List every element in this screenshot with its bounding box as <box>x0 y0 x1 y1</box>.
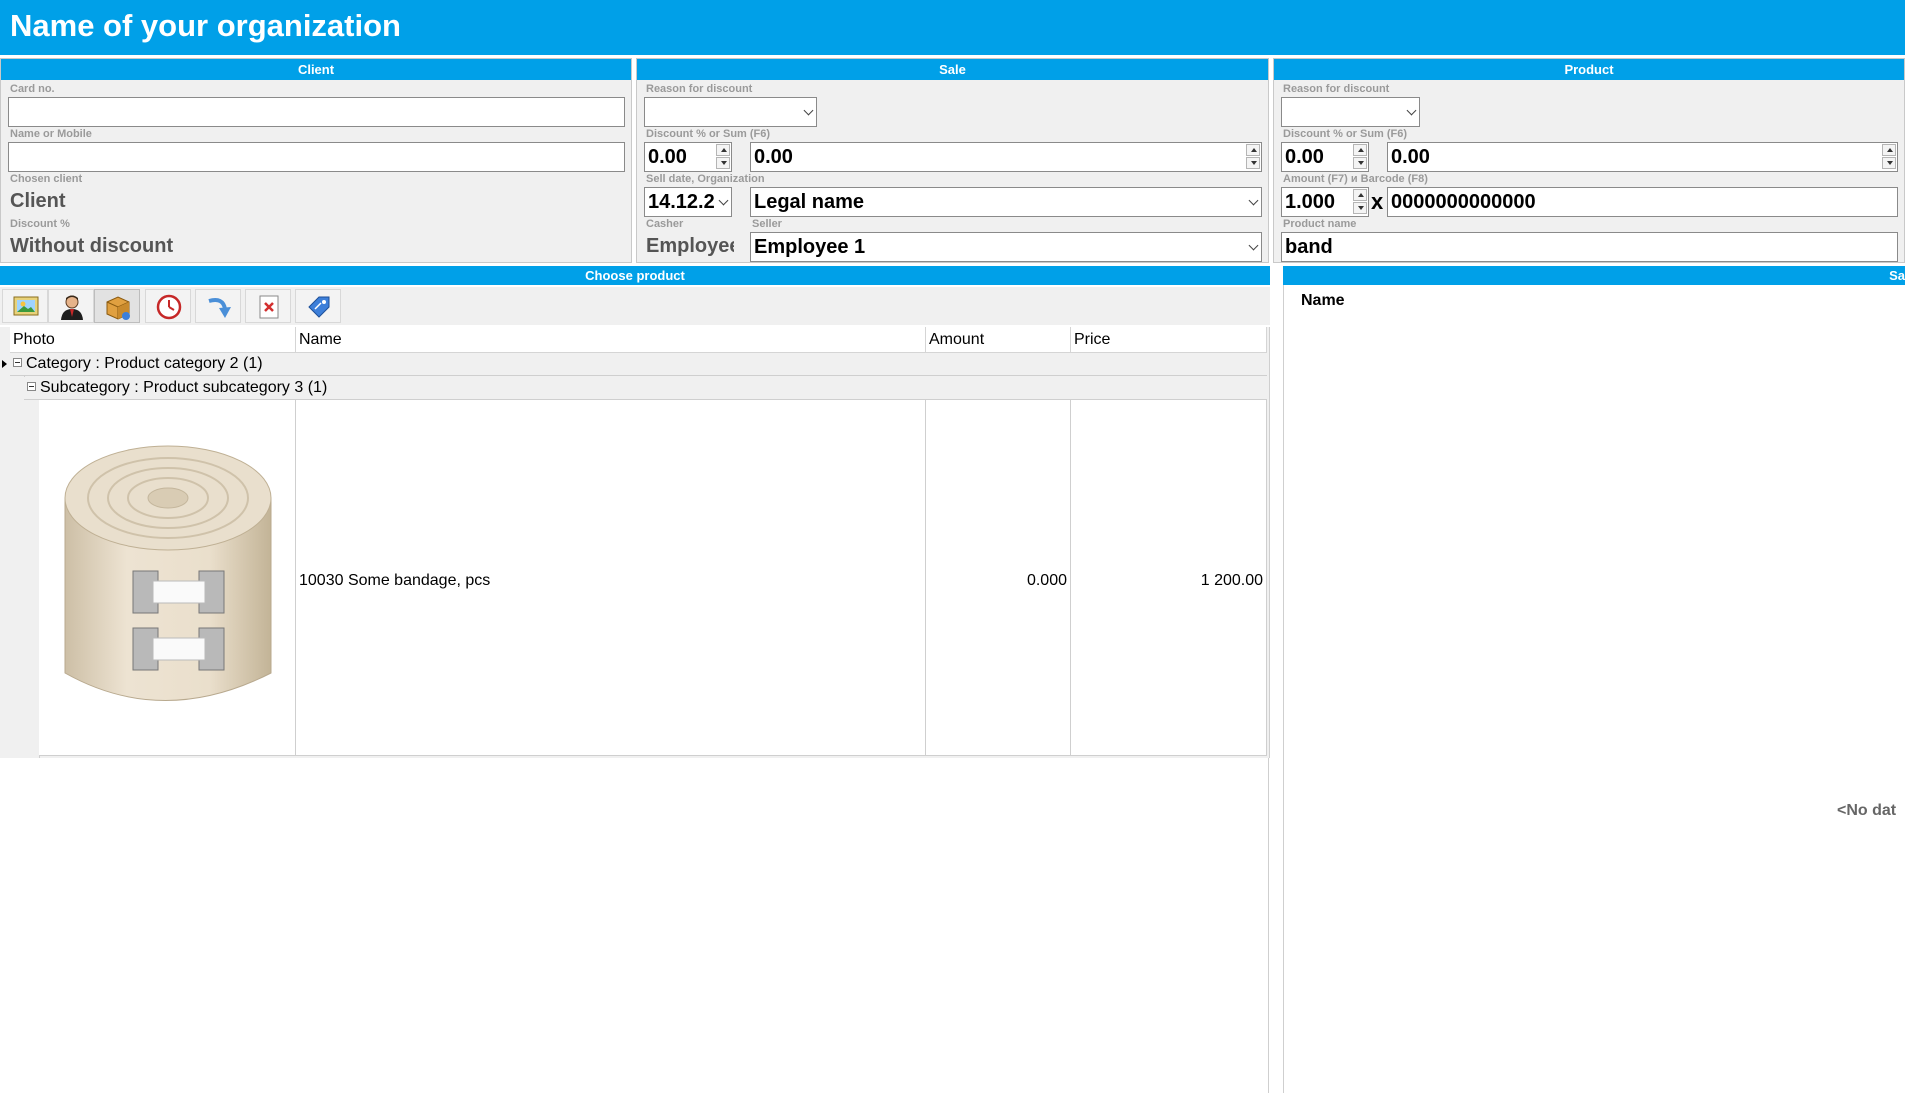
product-amount-text: 0.000 <box>1026 572 1067 589</box>
title-bar: Name of your organization <box>0 0 1905 55</box>
product-name-input[interactable]: band <box>1281 232 1898 262</box>
client-discount-value: Without discount <box>10 235 174 257</box>
product-panel-header: Product <box>1274 59 1904 80</box>
name-mobile-input[interactable] <box>8 142 625 172</box>
spinner-arrows-icon[interactable] <box>1882 144 1896 170</box>
chevron-down-icon <box>1248 195 1259 206</box>
organization-dropdown[interactable]: Legal name <box>750 187 1262 217</box>
sell-date-label: Sell date, Organization <box>646 173 765 185</box>
product-price-text: 1 200.00 <box>1200 572 1263 589</box>
col-header-photo[interactable]: Photo <box>10 327 296 353</box>
product-discount-pct-spinner[interactable]: 0.00 <box>1281 142 1369 172</box>
collapse-icon[interactable] <box>27 382 36 392</box>
times-sign: x <box>1371 189 1384 214</box>
group-row-subcategory[interactable]: Subcategory : Product subcategory 3 (1) <box>24 377 1267 400</box>
amount-barcode-label: Amount (F7) и Barcode (F8) <box>1283 173 1428 185</box>
product-grid: Photo Name Amount Price Category : Produ… <box>0 327 1270 758</box>
collapse-icon[interactable] <box>13 358 22 368</box>
customer-button[interactable] <box>48 289 94 323</box>
product-toolbar <box>0 287 1270 325</box>
seller-label: Seller <box>752 218 782 230</box>
name-mobile-label: Name or Mobile <box>10 128 92 140</box>
spinner-arrows-icon[interactable] <box>716 144 730 170</box>
customer-icon <box>61 295 83 320</box>
chevron-down-icon <box>1406 105 1417 116</box>
product-box-button[interactable] <box>94 289 140 323</box>
chevron-down-icon <box>1248 240 1259 251</box>
sale-items-header: Sa <box>1283 266 1905 285</box>
row-pointer-icon <box>2 360 7 368</box>
product-name-cell[interactable]: 10030 Some bandage, pcs <box>296 400 926 756</box>
sale-reason-dropdown[interactable] <box>644 97 817 127</box>
sale-discount-pct-spinner[interactable]: 0.00 <box>644 142 732 172</box>
sale-reason-label: Reason for discount <box>646 83 753 95</box>
product-discount-sum-spinner[interactable]: 0.00 <box>1387 142 1898 172</box>
spinner-arrows-icon[interactable] <box>1353 144 1367 170</box>
clock-icon <box>156 294 182 320</box>
choose-product-header: Choose product <box>0 266 1270 285</box>
sale-items-pane: Name <No dat <box>1283 285 1905 1093</box>
product-box-icon <box>106 296 130 320</box>
client-panel-header: Client <box>1 59 631 80</box>
subgroup-indent <box>24 400 40 758</box>
barcode-input[interactable]: 0000000000000 <box>1387 187 1898 217</box>
sale-discount-label: Discount % or Sum (F6) <box>646 128 771 140</box>
sale-col-header-name[interactable]: Name <box>1301 291 1345 311</box>
card-label: Card no. <box>10 83 55 95</box>
sell-date-picker[interactable]: 14.12.2 <box>644 187 732 217</box>
product-reason-label: Reason for discount <box>1283 83 1390 95</box>
product-panel: Product Reason for discount Discount % o… <box>1273 58 1905 263</box>
sale-panel-header: Sale <box>637 59 1268 80</box>
chevron-down-icon <box>718 195 729 206</box>
price-tag-button[interactable] <box>295 289 341 323</box>
bandage-roll-image <box>64 445 272 701</box>
photo-button[interactable] <box>2 289 48 323</box>
product-amount-cell[interactable]: 0.000 <box>926 400 1071 756</box>
price-tag-icon <box>308 296 330 318</box>
spinner-arrows-icon[interactable] <box>1246 144 1260 170</box>
delete-icon <box>259 295 279 319</box>
product-name-text: 10030 Some bandage, pcs <box>299 572 491 589</box>
delete-button[interactable] <box>245 289 291 323</box>
col-header-price[interactable]: Price <box>1071 327 1267 353</box>
amount-spinner[interactable]: 1.000 <box>1281 187 1369 217</box>
product-discount-label: Discount % or Sum (F6) <box>1283 128 1408 140</box>
product-name-label: Product name <box>1283 218 1357 230</box>
spinner-arrows-icon[interactable] <box>1353 189 1367 215</box>
chevron-down-icon <box>803 105 814 116</box>
chosen-client-value: Client <box>10 190 66 212</box>
redo-arrow-icon <box>208 298 231 318</box>
casher-label: Casher <box>646 218 684 230</box>
seller-dropdown[interactable]: Employee 1 <box>750 232 1262 262</box>
vertical-splitter[interactable] <box>1268 758 1269 1093</box>
col-header-amount[interactable]: Amount <box>926 327 1071 353</box>
group-indent <box>10 376 25 758</box>
clock-button[interactable] <box>145 289 191 323</box>
sale-panel: Sale Reason for discount Discount % or S… <box>636 58 1269 263</box>
organization-title: Name of your organization <box>10 8 401 43</box>
product-reason-dropdown[interactable] <box>1281 97 1420 127</box>
chosen-client-label: Chosen client <box>10 173 83 185</box>
group-row-category[interactable]: Category : Product category 2 (1) <box>10 353 1267 376</box>
product-photo-cell[interactable] <box>39 400 296 756</box>
casher-value: Employee <box>646 235 734 257</box>
redo-button[interactable] <box>195 289 241 323</box>
no-data-text: <No dat <box>1837 802 1897 819</box>
client-panel: Client Card no. Name or Mobile Chosen cl… <box>0 58 632 263</box>
client-discount-label: Discount % <box>10 218 70 230</box>
product-price-cell[interactable]: 1 200.00 <box>1071 400 1267 756</box>
col-header-name[interactable]: Name <box>296 327 926 353</box>
photo-icon <box>13 296 39 316</box>
sale-discount-sum-spinner[interactable]: 0.00 <box>750 142 1262 172</box>
card-input[interactable] <box>8 97 625 127</box>
